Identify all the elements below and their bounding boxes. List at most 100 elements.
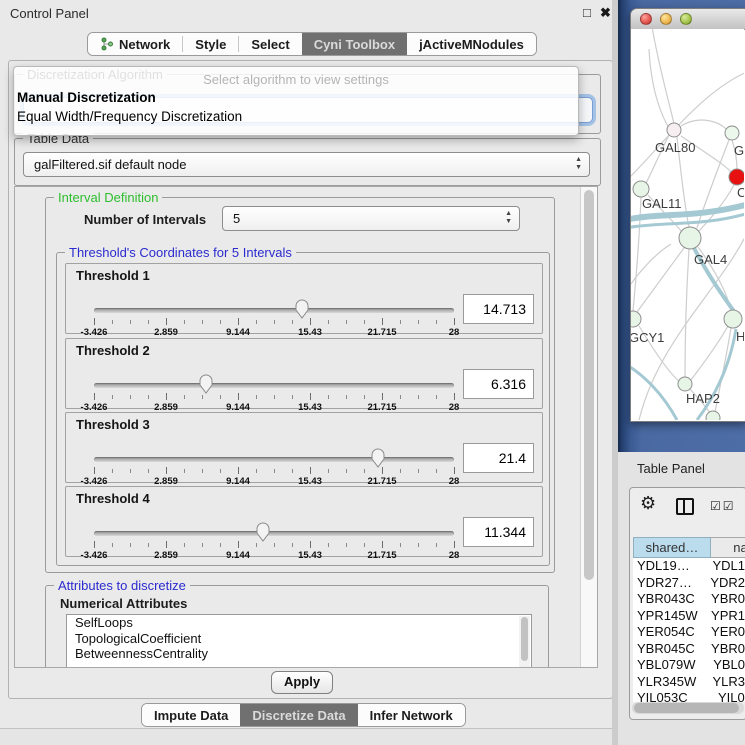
slider-track[interactable] <box>94 383 454 388</box>
node-gal4[interactable] <box>679 227 701 249</box>
zoom-traffic-light[interactable] <box>680 13 692 25</box>
node-label: GAL4 <box>694 252 727 267</box>
table-row[interactable]: YDL19…YDL1 <box>633 558 745 575</box>
table-row[interactable]: YLR345WYLR3 <box>633 674 745 691</box>
close-traffic-light[interactable] <box>640 13 652 25</box>
close-icon[interactable]: ✖ <box>600 5 611 21</box>
tab-network[interactable]: Network <box>88 33 182 55</box>
table-row[interactable]: YDR27…YDR2 <box>633 575 745 592</box>
number-of-intervals-combobox[interactable]: 5 ▲▼ <box>222 206 520 231</box>
slider-thumb[interactable] <box>370 447 386 468</box>
scrollbar-thumb[interactable] <box>634 703 739 713</box>
table-row[interactable]: YBR043CYBR0 <box>633 591 745 608</box>
table-row[interactable]: YIL053CYIL0 <box>633 690 745 702</box>
dropdown-option-equal-width[interactable]: Equal Width/Frequency Discretization <box>17 109 575 127</box>
dropdown-placeholder: Select algorithm to view settings <box>14 72 578 87</box>
node-gcy1[interactable] <box>631 311 641 327</box>
slider-ticks <box>94 393 454 401</box>
column-layout-icon[interactable] <box>676 498 694 515</box>
settings-scroll-area: Interval Definition Number of Intervals … <box>14 186 598 668</box>
list-item[interactable]: BetweennessCentrality <box>67 646 531 662</box>
control-panel-tabs: Network Style Select Cyni Toolbox jActiv… <box>87 32 537 56</box>
threshold-label: Threshold 1 <box>76 268 150 283</box>
tab-label: Cyni Toolbox <box>314 37 395 52</box>
checkbox-filter-icons[interactable]: ☑☑ <box>710 499 736 513</box>
table-panel: Table Panel ⚙ ☑☑ shared… na YDL19…YDL1YD… <box>618 452 745 745</box>
threshold-1-value-input[interactable]: 14.713 <box>463 294 534 324</box>
node-label: GCY1 <box>631 330 664 345</box>
list-scrollbar[interactable] <box>519 616 530 668</box>
tab-label: Select <box>251 37 289 52</box>
threshold-2-slider[interactable]: -3.4262.8599.14415.4321.71528 <box>94 372 454 408</box>
tab-jactivemnodules[interactable]: jActiveMNodules <box>407 33 536 55</box>
combo-value: 5 <box>233 211 240 226</box>
float-window-icon[interactable]: □ <box>583 5 591 20</box>
table-horizontal-scrollbar[interactable] <box>632 702 744 714</box>
slider-track[interactable] <box>94 531 454 536</box>
slider-thumb[interactable] <box>198 373 214 394</box>
tab-style[interactable]: Style <box>183 33 238 55</box>
node-gal11[interactable] <box>633 181 649 197</box>
threshold-label: Threshold 3 <box>76 417 150 432</box>
list-item[interactable]: SelfLoops <box>67 615 531 631</box>
node-hap2[interactable] <box>678 377 692 391</box>
threshold-2-value-input[interactable]: 6.316 <box>463 369 534 399</box>
node-gal80[interactable] <box>667 123 681 137</box>
node-partial[interactable] <box>706 411 720 420</box>
network-window-titlebar[interactable] <box>631 9 745 30</box>
slider-track[interactable] <box>94 308 454 313</box>
screen: Control Panel □ ✖ Network Style Select C… <box>0 0 745 745</box>
threshold-3-panel: Threshold 3 -3.4262.8599.14415.4321.7152… <box>65 412 543 483</box>
tab-label: Network <box>119 37 170 52</box>
table-row[interactable]: YER054CYER0 <box>633 624 745 641</box>
settings-scrollbar[interactable] <box>580 187 597 667</box>
interval-definition-group: Interval Definition Number of Intervals … <box>45 197 555 573</box>
threshold-3-slider[interactable]: -3.4262.8599.14415.4321.71528 <box>94 446 454 482</box>
table-row[interactable]: YBL079WYBL0 <box>633 657 745 674</box>
threshold-4-slider[interactable]: -3.4262.8599.14415.4321.71528 <box>94 520 454 556</box>
scrollbar-thumb[interactable] <box>584 190 594 580</box>
threshold-1-slider[interactable]: -3.4262.8599.14415.4321.71528 <box>94 297 454 333</box>
slider-thumb[interactable] <box>294 298 310 319</box>
tab-cyni-toolbox[interactable]: Cyni Toolbox <box>302 33 407 55</box>
table-header: shared… na <box>633 537 745 558</box>
list-item[interactable]: TopologicalCoefficient <box>67 631 531 647</box>
threshold-4-value-input[interactable]: 11.344 <box>463 517 534 547</box>
tab-discretize-data[interactable]: Discretize Data <box>240 704 357 726</box>
group-title: Threshold's Coordinates for 5 Intervals <box>65 245 296 260</box>
tab-select[interactable]: Select <box>239 33 301 55</box>
slider-tick-labels: -3.4262.8599.14415.4321.71528 <box>94 402 454 412</box>
gear-icon[interactable]: ⚙ <box>640 493 656 514</box>
tab-label: Infer Network <box>370 708 453 723</box>
threshold-3-value-input[interactable]: 21.4 <box>463 443 534 473</box>
node-red-selected[interactable] <box>729 169 744 185</box>
slider-ticks <box>94 467 454 475</box>
network-canvas[interactable]: GAL80 GA C GAL11 GAL4 GCY1 H HAP2 <box>631 29 744 420</box>
column-header-name[interactable]: na <box>711 537 745 558</box>
combo-value: galFiltered.sif default node <box>34 157 186 172</box>
tab-infer-network[interactable]: Infer Network <box>358 704 465 726</box>
minimize-traffic-light[interactable] <box>660 13 672 25</box>
scrollbar-thumb[interactable] <box>521 617 528 661</box>
threshold-coordinates-group: Threshold's Coordinates for 5 Intervals … <box>56 252 550 566</box>
slider-tick-labels: -3.4262.8599.14415.4321.71528 <box>94 550 454 560</box>
network-icon <box>100 37 114 51</box>
numerical-attributes-list: SelfLoops TopologicalCoefficient Between… <box>66 614 532 668</box>
apply-button[interactable]: Apply <box>271 671 333 694</box>
table-row[interactable]: YPR145WYPR1 <box>633 608 745 625</box>
slider-thumb[interactable] <box>255 521 271 542</box>
dropdown-option-manual-discretization[interactable]: Manual Discretization <box>17 90 575 108</box>
tab-impute-data[interactable]: Impute Data <box>142 704 240 726</box>
table-row[interactable]: YBR045CYBR0 <box>633 641 745 658</box>
control-panel-titlebar: Control Panel □ ✖ <box>0 0 618 26</box>
spinner-arrows-icon: ▲▼ <box>575 156 582 172</box>
slider-track[interactable] <box>94 457 454 462</box>
node-ga[interactable] <box>725 126 739 140</box>
column-header-shared-name[interactable]: shared… <box>633 537 711 558</box>
node-h[interactable] <box>724 310 742 328</box>
threshold-4-panel: Threshold 4 -3.4262.8599.14415.4321.7152… <box>65 486 543 557</box>
table-data-combobox[interactable]: galFiltered.sif default node ▲▼ <box>23 152 590 177</box>
table-panel-body: ⚙ ☑☑ shared… na YDL19…YDL1YDR27…YDR2YBR0… <box>629 487 745 720</box>
node-label: GAL80 <box>655 140 695 155</box>
threshold-label: Threshold 4 <box>76 491 150 506</box>
